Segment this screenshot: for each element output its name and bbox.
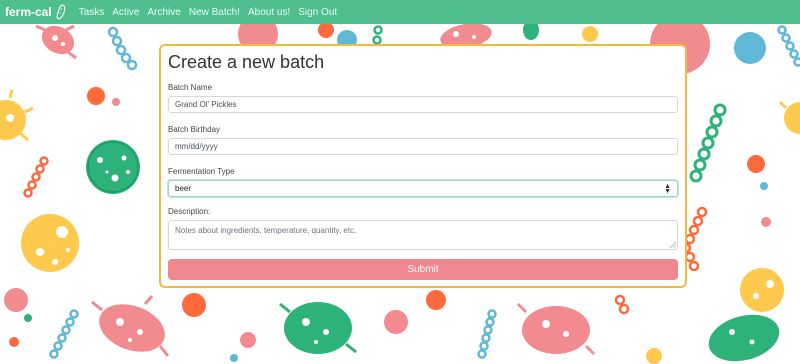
green-chain-right <box>689 103 727 183</box>
yellow-microbe-right <box>778 100 800 134</box>
blue-chain-top <box>107 26 138 71</box>
pink-bacterium-top-left <box>35 24 77 60</box>
pink-bacterium-bottom-left <box>91 295 170 357</box>
select-updown-icon: ▲ ▼ <box>664 182 671 195</box>
batch-name-label: Batch Name <box>168 83 213 92</box>
green-cell-left <box>86 140 140 194</box>
fermentation-type-select[interactable]: beer ▲ ▼ <box>168 180 678 197</box>
description-placeholder: Notes about ingredients, temperature, qu… <box>175 226 357 235</box>
resize-grip-icon[interactable] <box>670 242 676 248</box>
nav-link-tasks[interactable]: Tasks <box>79 7 105 18</box>
orange-dot <box>318 24 334 38</box>
pink-dot <box>4 288 28 312</box>
pickle-icon <box>56 4 66 20</box>
nav-links: Tasks Active Archive New Batch! About us… <box>79 7 345 18</box>
pink-dot <box>240 332 256 348</box>
nav-link-new-batch[interactable]: New Batch! <box>189 7 240 18</box>
green-dot <box>24 314 32 322</box>
batch-name-value: Grand Ol' Pickles <box>175 100 237 109</box>
pink-dot <box>761 217 771 227</box>
fermentation-type-label: Fermentation Type <box>168 167 235 176</box>
blue-dot <box>734 32 766 64</box>
brand-logo-link[interactable]: ferm-cal <box>5 4 66 20</box>
batch-name-input[interactable]: Grand Ol' Pickles <box>168 96 678 113</box>
pink-dot <box>112 98 120 106</box>
form-title: Create a new batch <box>168 52 325 72</box>
yellow-microbe-left <box>0 89 34 142</box>
yellow-cell-left <box>21 214 79 272</box>
brand-name: ferm-cal <box>5 5 52 19</box>
new-batch-form: Create a new batch Batch Name Grand Ol' … <box>159 44 687 288</box>
fermentation-type-value: beer <box>175 184 192 193</box>
batch-birthday-label: Batch Birthday <box>168 125 221 134</box>
description-label: Description: <box>168 207 211 216</box>
orange-dot <box>87 87 105 105</box>
nav-link-active[interactable]: Active <box>112 7 139 18</box>
yellow-dot <box>646 348 662 364</box>
yellow-cell-right <box>740 268 784 312</box>
orange-dot <box>9 337 19 347</box>
batch-birthday-placeholder: mm/dd/yyyy <box>175 142 218 151</box>
blue-chain-bottom <box>477 309 497 359</box>
orange-dot <box>747 155 765 173</box>
blue-chain-right <box>777 25 800 67</box>
submit-button[interactable]: Submit <box>168 259 678 280</box>
pink-bacterium-bottom-right <box>516 302 596 356</box>
top-navbar: ferm-cal Tasks Active Archive New Batch!… <box>0 0 800 24</box>
orange-chain-left <box>23 156 49 198</box>
blue-chain-left-bottom <box>49 309 79 359</box>
description-textarea[interactable]: Notes about ingredients, temperature, qu… <box>168 220 678 250</box>
blue-dot <box>760 182 768 190</box>
blue-dot <box>230 354 238 362</box>
nav-link-archive[interactable]: Archive <box>147 7 180 18</box>
orange-dot <box>182 293 206 317</box>
orange-dot <box>426 290 446 310</box>
green-bacterium-bottom-middle <box>279 302 357 354</box>
green-bacterium-bottom-right <box>708 314 780 362</box>
nav-link-about-us[interactable]: About us! <box>248 7 290 18</box>
nav-link-sign-out[interactable]: Sign Out <box>298 7 337 18</box>
green-chain-top <box>372 25 383 45</box>
yellow-dot <box>582 26 598 42</box>
green-microbe-top <box>523 24 539 40</box>
batch-birthday-date-input[interactable]: mm/dd/yyyy <box>168 138 678 155</box>
pink-dot <box>384 310 408 334</box>
orange-chain-bottom <box>614 294 630 315</box>
